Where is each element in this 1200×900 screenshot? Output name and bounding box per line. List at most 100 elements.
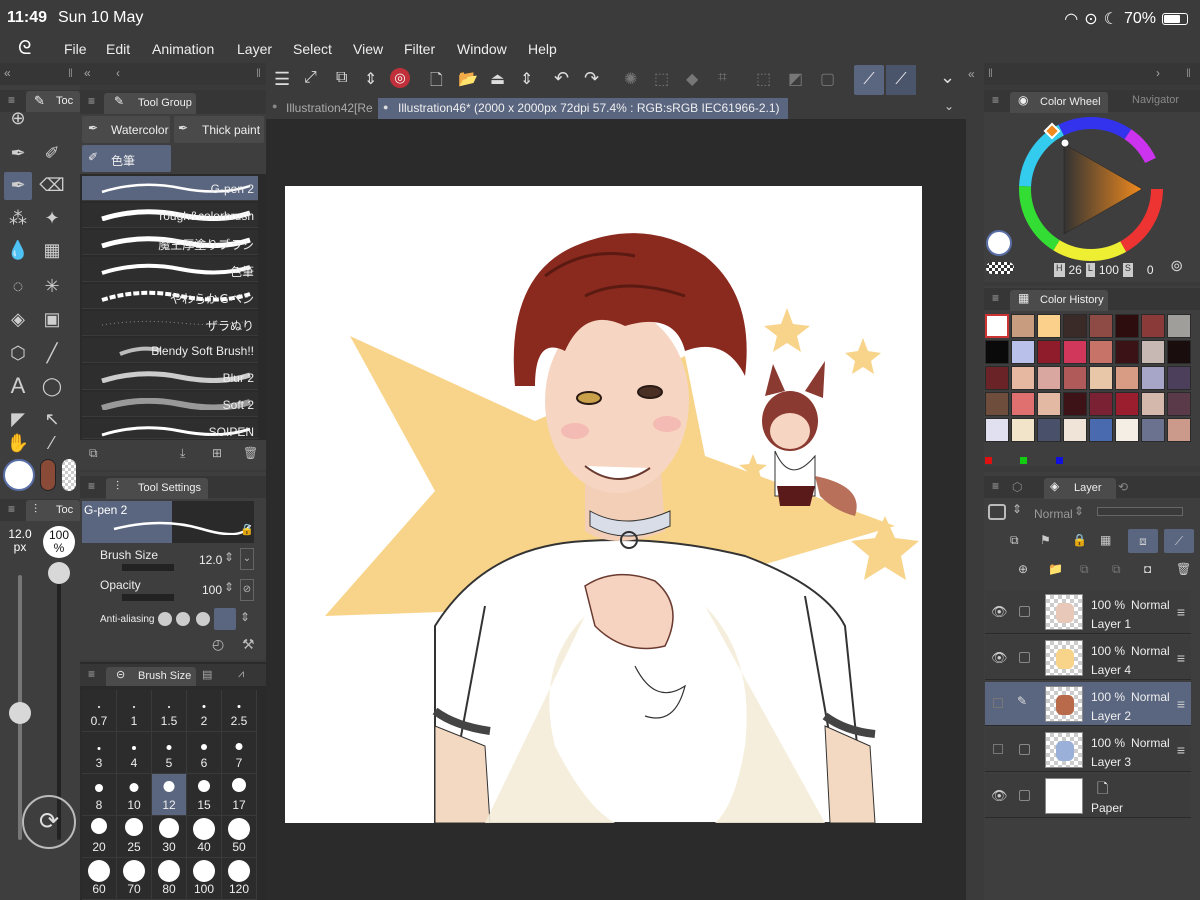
- brush-size-cell[interactable]: 100: [187, 858, 222, 900]
- brush-item-soft-2[interactable]: Soft 2: [82, 392, 258, 417]
- layer-row[interactable]: ✎ 100 % Normal Layer 2 ≡: [985, 682, 1191, 726]
- brush-size-cell[interactable]: 15: [187, 774, 222, 816]
- color-swatch[interactable]: [1115, 418, 1139, 442]
- brush-item-soipen[interactable]: SOIPEN: [82, 419, 258, 439]
- color-swatch[interactable]: [1037, 418, 1061, 442]
- layer-menu-icon[interactable]: ≡: [1177, 650, 1185, 666]
- color-swatch[interactable]: [1167, 418, 1191, 442]
- opacity-dynamics-icon[interactable]: ⊘: [240, 579, 254, 601]
- ruler-snap-icon[interactable]: ⟋: [854, 65, 884, 95]
- chevron-down-icon[interactable]: ⌄: [940, 67, 955, 88]
- color-swatch[interactable]: [1089, 340, 1113, 364]
- decoration-tool-icon[interactable]: ✦: [38, 205, 66, 233]
- color-swatch[interactable]: [1037, 314, 1061, 338]
- brush-size-cell[interactable]: 4: [117, 732, 152, 774]
- save-icon[interactable]: ⏏: [490, 69, 505, 89]
- tab-layer-property-icon[interactable]: ⬡: [1012, 480, 1022, 494]
- text-tool-icon[interactable]: A: [4, 373, 32, 401]
- color-swatch[interactable]: [1011, 392, 1035, 416]
- color-swatch[interactable]: [1115, 314, 1139, 338]
- document-tab-inactive[interactable]: Illustration42[Re: [286, 101, 376, 115]
- layer-checkbox[interactable]: [1019, 606, 1030, 617]
- brush-size-cell[interactable]: 0.7: [82, 690, 117, 732]
- menu-view[interactable]: View: [353, 41, 383, 57]
- fill-selection-icon[interactable]: ◆: [686, 69, 698, 89]
- color-swatch[interactable]: [985, 418, 1009, 442]
- brush-size-stepper-icon[interactable]: ⇕: [224, 550, 234, 564]
- blend-mode-icon[interactable]: [988, 504, 1006, 520]
- balloon-tool-icon[interactable]: ◯: [38, 373, 66, 401]
- lasso-tool-icon[interactable]: ◌: [4, 273, 32, 301]
- eye-hidden-icon[interactable]: [993, 698, 1003, 708]
- color-swatch[interactable]: [1141, 314, 1165, 338]
- layer-menu-icon[interactable]: ≡: [1177, 696, 1185, 712]
- clear-icon[interactable]: ✺: [624, 69, 637, 89]
- new-file-icon[interactable]: 🗋: [430, 69, 443, 96]
- color-wheel[interactable]: [1018, 116, 1164, 262]
- color-swatch[interactable]: [1037, 366, 1061, 390]
- color-swatch[interactable]: [1167, 366, 1191, 390]
- brush-size-slider[interactable]: [122, 564, 174, 571]
- color-swatch[interactable]: [1063, 392, 1087, 416]
- brush-size-cell[interactable]: 1.5: [152, 690, 187, 732]
- menu-edit[interactable]: Edit: [106, 41, 130, 57]
- menu-animation[interactable]: Animation: [152, 41, 214, 57]
- brush-tool-icon[interactable]: ✒: [4, 172, 32, 200]
- brush-size-cell[interactable]: 40: [187, 816, 222, 858]
- brush-size-cell[interactable]: 8: [82, 774, 117, 816]
- layer-checkbox[interactable]: [1019, 652, 1030, 663]
- brush-size-cell[interactable]: 2.5: [222, 690, 257, 732]
- brush-size-cell[interactable]: 80: [152, 858, 187, 900]
- color-swatch[interactable]: [1167, 340, 1191, 364]
- layer-transform-icon[interactable]: ⧉: [336, 69, 347, 87]
- copy-brush-icon[interactable]: ⧉: [89, 446, 98, 461]
- panel-menu-icon[interactable]: ≡: [992, 479, 999, 493]
- brush-size-cell[interactable]: 20: [82, 816, 117, 858]
- airbrush-tool-icon[interactable]: ⁂: [4, 205, 32, 233]
- eye-icon[interactable]: 👁: [991, 650, 1008, 666]
- brush-size-dynamics-icon[interactable]: ⌄: [240, 548, 254, 570]
- line-tool-icon[interactable]: ╱: [38, 340, 66, 368]
- ruler-enable-icon[interactable]: ⟋: [1164, 529, 1194, 553]
- layer-menu-icon[interactable]: ≡: [1177, 742, 1185, 758]
- cw-transparent-toggle[interactable]: [986, 262, 1014, 274]
- color-swatch[interactable]: [1011, 418, 1035, 442]
- menu-layer[interactable]: Layer: [237, 41, 272, 57]
- blend-stepper-icon[interactable]: ⇕: [1012, 502, 1022, 516]
- tab-layer-search-icon[interactable]: ⟲: [1118, 480, 1128, 494]
- opacity-setting-slider[interactable]: [122, 594, 174, 601]
- panel-grip-icon[interactable]: ‖: [988, 66, 993, 80]
- brush-size-cell[interactable]: 60: [82, 858, 117, 900]
- color-swatch[interactable]: [1089, 392, 1113, 416]
- layer-opacity-slider[interactable]: [1097, 507, 1183, 516]
- opacity-slider-thumb[interactable]: [48, 562, 70, 584]
- menu-filter[interactable]: Filter: [404, 41, 435, 57]
- color-swatch[interactable]: [1141, 366, 1165, 390]
- stepper-icon[interactable]: ⇕: [520, 69, 533, 89]
- lock-transparent-icon[interactable]: ▦: [1100, 533, 1111, 547]
- color-swatch[interactable]: [1089, 418, 1113, 442]
- layer-row[interactable]: 👁 100 % Normal Layer 1 ≡: [985, 590, 1191, 634]
- panel-menu-icon[interactable]: ≡: [88, 667, 95, 681]
- brush-size-cell[interactable]: 5: [152, 732, 187, 774]
- color-swatch[interactable]: [1141, 418, 1165, 442]
- cw-main-color[interactable]: [986, 230, 1012, 256]
- collapse-left-icon[interactable]: «: [4, 66, 11, 80]
- sub-color-swatch[interactable]: [40, 459, 56, 491]
- timer-icon[interactable]: ◴: [212, 636, 224, 653]
- brush-size-cell[interactable]: 2: [187, 690, 222, 732]
- color-swatch[interactable]: [985, 340, 1009, 364]
- mask-enable-icon[interactable]: ⧈: [1128, 529, 1158, 553]
- operation-tool-icon[interactable]: ↖: [38, 406, 66, 434]
- color-swatch[interactable]: [1011, 314, 1035, 338]
- color-swatch[interactable]: [1011, 366, 1035, 390]
- clip-layer-icon[interactable]: ⧉: [1010, 533, 1019, 548]
- collapse-right-icon[interactable]: «: [968, 67, 975, 81]
- color-swatch[interactable]: [1037, 392, 1061, 416]
- undo-icon[interactable]: ↶: [554, 68, 569, 89]
- tab-navigator[interactable]: Navigator: [1112, 94, 1179, 106]
- brush-size-cell[interactable]: 50: [222, 816, 257, 858]
- transfer-down-icon[interactable]: ⧉: [1112, 562, 1121, 577]
- brush-item-iro-pitsu[interactable]: 色筆: [82, 257, 258, 282]
- antialias-strong-icon[interactable]: [214, 608, 236, 630]
